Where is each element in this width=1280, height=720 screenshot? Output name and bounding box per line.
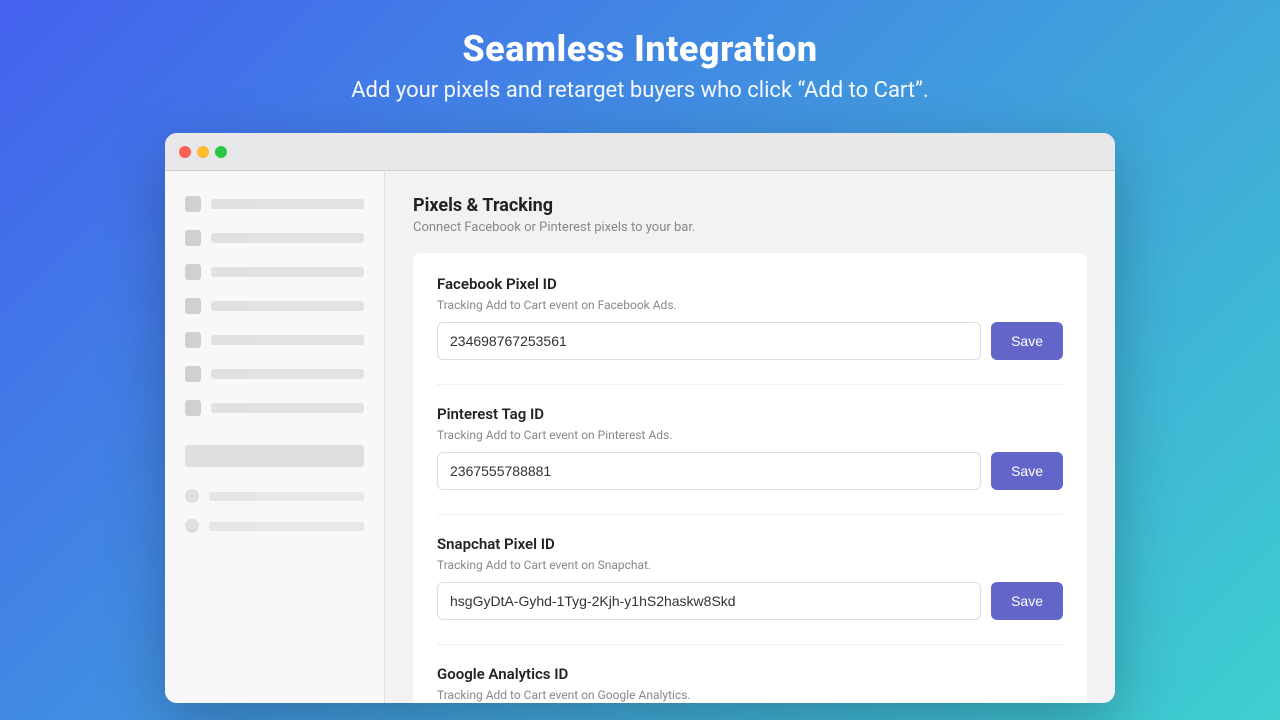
section-title: Pixels & Tracking <box>413 195 1087 216</box>
products-icon <box>185 264 201 280</box>
pinterest-tag-row: Save <box>437 452 1063 490</box>
main-content: Pixels & Tracking Connect Facebook or Pi… <box>385 171 1115 703</box>
facebook-pixel-group: Facebook Pixel ID Tracking Add to Cart e… <box>437 275 1063 360</box>
sidebar-label-customers <box>211 301 364 311</box>
sidebar-label-pos <box>209 522 364 531</box>
sidebar-item-products[interactable] <box>165 255 384 289</box>
discounts-icon <box>185 366 201 382</box>
online-store-icon <box>185 489 199 503</box>
divider-3 <box>437 644 1063 645</box>
sidebar-item-discounts[interactable] <box>165 357 384 391</box>
sidebar-item-pos[interactable] <box>165 511 384 541</box>
facebook-pixel-save-button[interactable]: Save <box>991 322 1063 360</box>
snapchat-pixel-label: Snapchat Pixel ID <box>437 535 1063 553</box>
google-analytics-label: Google Analytics ID <box>437 665 1063 683</box>
facebook-pixel-description: Tracking Add to Cart event on Facebook A… <box>437 298 1063 312</box>
customers-icon <box>185 298 201 314</box>
pos-icon <box>185 519 199 533</box>
analytics-icon <box>185 332 201 348</box>
sidebar-label-home <box>211 199 364 209</box>
pinterest-tag-description: Tracking Add to Cart event on Pinterest … <box>437 428 1063 442</box>
pinterest-tag-input[interactable] <box>437 452 981 490</box>
pixels-card: Facebook Pixel ID Tracking Add to Cart e… <box>413 253 1087 703</box>
snapchat-pixel-row: Save <box>437 582 1063 620</box>
window-body: Pixels & Tracking Connect Facebook or Pi… <box>165 171 1115 703</box>
facebook-pixel-row: Save <box>437 322 1063 360</box>
apps-icon <box>185 400 201 416</box>
snapchat-pixel-group: Snapchat Pixel ID Tracking Add to Cart e… <box>437 535 1063 620</box>
sidebar-item-analytics[interactable] <box>165 323 384 357</box>
sidebar-label-products <box>211 267 364 277</box>
sidebar <box>165 171 385 703</box>
pinterest-tag-save-button[interactable]: Save <box>991 452 1063 490</box>
hero-section: Seamless Integration Add your pixels and… <box>331 0 949 123</box>
facebook-pixel-input[interactable] <box>437 322 981 360</box>
sidebar-label-orders <box>211 233 364 243</box>
snapchat-pixel-input[interactable] <box>437 582 981 620</box>
section-subtitle: Connect Facebook or Pinterest pixels to … <box>413 220 1087 235</box>
sidebar-label-apps <box>211 403 364 413</box>
hero-title: Seamless Integration <box>351 28 929 70</box>
snapchat-pixel-save-button[interactable]: Save <box>991 582 1063 620</box>
close-button[interactable] <box>179 146 191 158</box>
pinterest-tag-label: Pinterest Tag ID <box>437 405 1063 423</box>
minimize-button[interactable] <box>197 146 209 158</box>
sidebar-item-customers[interactable] <box>165 289 384 323</box>
maximize-button[interactable] <box>215 146 227 158</box>
google-analytics-description: Tracking Add to Cart event on Google Ana… <box>437 688 1063 702</box>
sidebar-item-apps[interactable] <box>165 391 384 425</box>
app-window: Pixels & Tracking Connect Facebook or Pi… <box>165 133 1115 703</box>
sidebar-label-discounts <box>211 369 364 379</box>
orders-icon <box>185 230 201 246</box>
divider-1 <box>437 384 1063 385</box>
snapchat-pixel-description: Tracking Add to Cart event on Snapchat. <box>437 558 1063 572</box>
pinterest-tag-group: Pinterest Tag ID Tracking Add to Cart ev… <box>437 405 1063 490</box>
google-analytics-group: Google Analytics ID Tracking Add to Cart… <box>437 665 1063 703</box>
hero-subtitle: Add your pixels and retarget buyers who … <box>351 78 929 103</box>
divider-2 <box>437 514 1063 515</box>
sidebar-label-analytics <box>211 335 364 345</box>
sidebar-item-online-store[interactable] <box>165 481 384 511</box>
sidebar-label-online-store <box>209 492 364 501</box>
window-titlebar <box>165 133 1115 171</box>
sidebar-item-home[interactable] <box>165 187 384 221</box>
sales-channels-header <box>185 445 364 467</box>
facebook-pixel-label: Facebook Pixel ID <box>437 275 1063 293</box>
home-icon <box>185 196 201 212</box>
sidebar-item-orders[interactable] <box>165 221 384 255</box>
